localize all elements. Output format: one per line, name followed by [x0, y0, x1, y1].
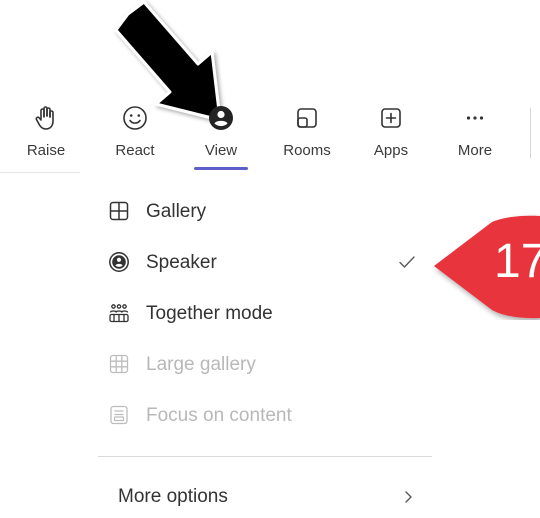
- view-button[interactable]: View: [186, 98, 256, 170]
- view-label: View: [204, 142, 238, 159]
- menu-item-large-gallery: Large gallery: [96, 345, 432, 385]
- toolbar-divider: [530, 108, 531, 158]
- more-options-label: More options: [118, 486, 228, 507]
- ellipsis-icon: [461, 104, 489, 132]
- focus-content-icon: [108, 404, 130, 426]
- rooms-label: Rooms: [283, 142, 331, 159]
- hand-icon: [32, 104, 60, 132]
- menu-item-label: Speaker: [146, 252, 217, 273]
- menu-item-label: Large gallery: [146, 354, 256, 375]
- menu-item-label: Gallery: [146, 201, 207, 222]
- checkmark-icon: [396, 251, 418, 273]
- speaker-person-icon: [108, 251, 130, 273]
- rooms-icon: [293, 104, 321, 132]
- grid-icon: [108, 200, 130, 222]
- person-circle-icon: [207, 104, 235, 132]
- apps-button[interactable]: Apps: [356, 98, 426, 170]
- more-options-item[interactable]: More options: [96, 478, 432, 518]
- more-button[interactable]: More: [440, 98, 510, 170]
- react-label: React: [115, 142, 155, 159]
- menu-item-label: Together mode: [146, 303, 273, 324]
- raise-hand-label: Raise: [26, 142, 66, 159]
- large-gallery-icon: [108, 353, 130, 375]
- together-mode-icon: [108, 302, 130, 324]
- chevron-right-icon: [398, 486, 418, 508]
- menu-item-focus-on-content: Focus on content: [96, 396, 432, 436]
- meeting-toolbar: Raise React View Rooms Apps More: [0, 98, 540, 170]
- menu-item-gallery[interactable]: Gallery: [96, 192, 432, 232]
- menu-item-label: Focus on content: [146, 405, 292, 426]
- callout-number: 17: [494, 235, 540, 288]
- react-button[interactable]: React: [100, 98, 170, 170]
- active-tab-indicator: [194, 167, 248, 170]
- menu-item-speaker[interactable]: Speaker: [96, 243, 432, 283]
- rooms-button[interactable]: Rooms: [272, 98, 342, 170]
- smiley-icon: [121, 104, 149, 132]
- apps-label: Apps: [373, 142, 409, 159]
- more-label: More: [457, 142, 493, 159]
- raise-hand-button[interactable]: Raise: [11, 98, 81, 170]
- toolbar-baseline: [0, 172, 80, 173]
- plus-box-icon: [377, 104, 405, 132]
- menu-divider: [98, 456, 432, 457]
- menu-item-together-mode[interactable]: Together mode: [96, 294, 432, 334]
